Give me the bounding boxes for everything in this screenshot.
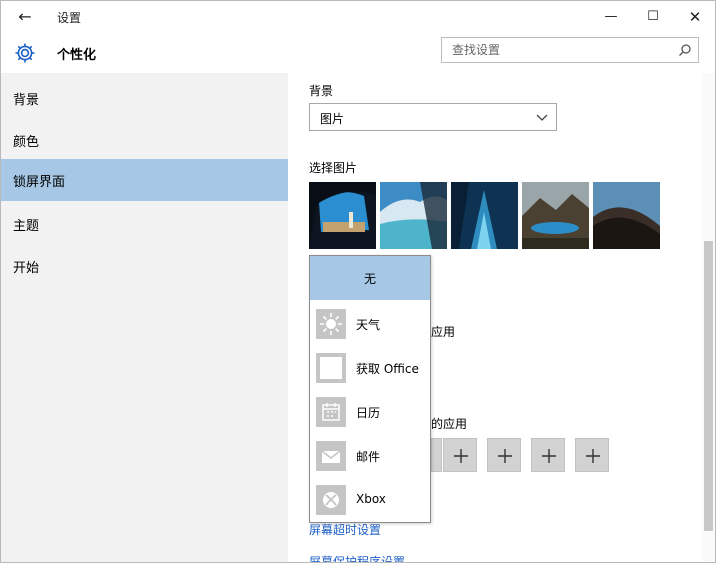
- add-app-button-1[interactable]: [443, 438, 477, 472]
- screen-timeout-link[interactable]: 屏幕超时设置: [309, 521, 381, 538]
- window-title: 设置: [57, 11, 82, 25]
- picture-thumbnail-5[interactable]: [593, 182, 660, 249]
- sidebar-item-label: 背景: [13, 93, 40, 108]
- office-blank-icon: [316, 353, 346, 383]
- sidebar-item-lock-screen[interactable]: 锁屏界面: [1, 159, 288, 201]
- mail-icon: [316, 441, 346, 471]
- flyout-item-label: 邮件: [356, 450, 381, 464]
- scrollbar-thumb[interactable]: [704, 241, 713, 531]
- sidebar-item-label: 主题: [13, 219, 40, 234]
- app-picker-flyout: 无 天气 获取 Office 日历 邮件 Xbox: [309, 255, 431, 523]
- plus-icon: [454, 449, 468, 463]
- add-app-button-partial[interactable]: [431, 438, 442, 472]
- sidebar-item-label: 锁屏界面: [13, 175, 66, 190]
- settings-window: ← 设置 — ☐ ✕ 个性化 背景 颜色 锁屏界面 主题 开始 背景: [0, 0, 716, 563]
- close-button[interactable]: ✕: [677, 5, 713, 29]
- flyout-item-mail[interactable]: 邮件: [310, 434, 430, 478]
- back-arrow-icon[interactable]: ←: [15, 7, 35, 27]
- calendar-icon: [316, 397, 346, 427]
- search-icon[interactable]: [678, 43, 692, 57]
- maximize-button[interactable]: ☐: [635, 5, 671, 29]
- picture-thumbnail-2[interactable]: [380, 182, 447, 249]
- add-app-button-4[interactable]: [575, 438, 609, 472]
- sidebar-item-label: 颜色: [13, 135, 40, 150]
- search-input[interactable]: [442, 38, 680, 62]
- picture-thumbnail-1[interactable]: [309, 182, 376, 249]
- add-app-button-2[interactable]: [487, 438, 521, 472]
- flyout-item-label: 天气: [356, 318, 381, 332]
- screen-saver-link[interactable]: 屏幕保护程序设置: [309, 553, 405, 562]
- flyout-item-xbox[interactable]: Xbox: [310, 478, 430, 522]
- page-title: 个性化: [57, 48, 97, 63]
- sidebar-item-start[interactable]: 开始: [1, 245, 288, 287]
- minimize-button[interactable]: —: [593, 5, 629, 29]
- sidebar-item-themes[interactable]: 主题: [1, 203, 288, 245]
- weather-sun-icon: [316, 309, 346, 339]
- picture-thumbnail-3[interactable]: [451, 182, 518, 249]
- choose-picture-label: 选择图片: [309, 161, 358, 175]
- background-label: 背景: [309, 84, 334, 98]
- sidebar-item-color[interactable]: 颜色: [1, 119, 288, 161]
- flyout-item-label: 获取 Office: [356, 362, 419, 376]
- flyout-item-label: 无: [363, 272, 376, 286]
- background-dropdown-value: 图片: [320, 112, 345, 126]
- plus-icon: [542, 449, 556, 463]
- flyout-item-weather[interactable]: 天气: [310, 302, 430, 346]
- scrollbar[interactable]: [702, 73, 715, 562]
- sidebar-item-background[interactable]: 背景: [1, 77, 288, 119]
- flyout-item-label: 日历: [356, 406, 381, 420]
- xbox-icon: [316, 485, 346, 515]
- plus-icon: [586, 449, 600, 463]
- flyout-item-none[interactable]: 无: [310, 256, 430, 300]
- search-box[interactable]: [441, 37, 699, 63]
- flyout-item-get-office[interactable]: 获取 Office: [310, 346, 430, 390]
- page-header: 个性化: [1, 33, 715, 73]
- chevron-down-icon: [536, 114, 548, 121]
- title-bar: ← 设置 — ☐ ✕: [1, 1, 715, 33]
- plus-icon: [498, 449, 512, 463]
- picture-thumbnail-4[interactable]: [522, 182, 589, 249]
- sidebar: 背景 颜色 锁屏界面 主题 开始: [1, 73, 288, 562]
- background-dropdown[interactable]: 图片: [309, 103, 557, 131]
- sidebar-item-label: 开始: [13, 261, 40, 276]
- gear-icon: [15, 43, 35, 63]
- flyout-item-label: Xbox: [356, 492, 386, 506]
- partial-text-apps: 的应用: [431, 417, 468, 431]
- add-app-button-3[interactable]: [531, 438, 565, 472]
- flyout-item-calendar[interactable]: 日历: [310, 390, 430, 434]
- partial-text-app: 应用: [431, 325, 456, 339]
